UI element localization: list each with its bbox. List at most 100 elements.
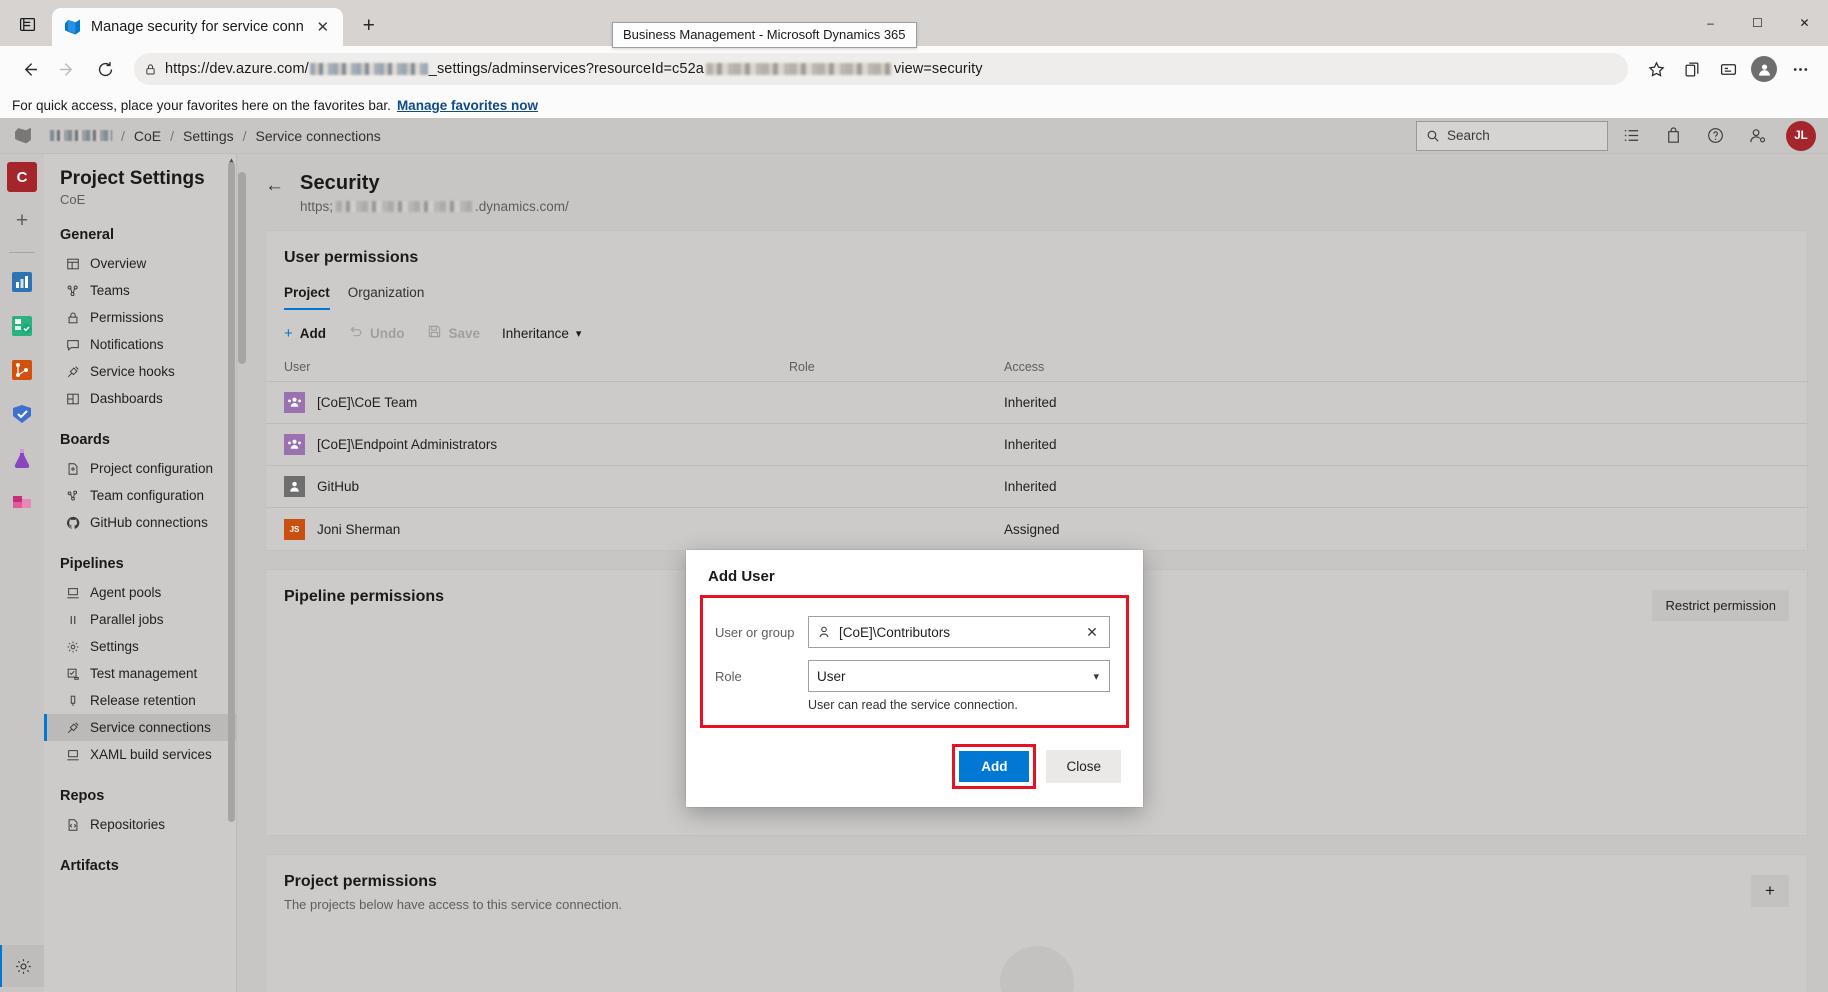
row-user-name: [CoE]\CoE Team bbox=[317, 395, 418, 410]
initials-avatar: JS bbox=[284, 518, 305, 540]
browser-tab-active[interactable]: Manage security for service conn ✕ bbox=[52, 8, 343, 46]
rail-item-pipelines[interactable] bbox=[7, 399, 37, 429]
sidebar-item-service-hooks[interactable]: Service hooks bbox=[44, 358, 236, 385]
forward-button[interactable] bbox=[50, 52, 84, 86]
rail-item-artifacts[interactable] bbox=[7, 487, 37, 517]
marketplace-bag-icon[interactable] bbox=[1654, 119, 1692, 153]
sidebar-item-permissions[interactable]: Permissions bbox=[44, 304, 236, 331]
browser-essentials-icon[interactable] bbox=[1712, 53, 1744, 85]
sidebar-item-pipeline-settings[interactable]: Settings bbox=[44, 633, 236, 660]
row-access-cell: Inherited bbox=[1004, 395, 1057, 410]
nav-group-artifacts: Artifacts bbox=[60, 858, 119, 874]
table-row[interactable]: [CoE]\Endpoint Administrators Inherited bbox=[266, 424, 1807, 466]
rail-add-button[interactable]: + bbox=[7, 206, 37, 236]
table-row[interactable]: GitHub Inherited bbox=[266, 466, 1807, 508]
rail-item-test-plans[interactable] bbox=[7, 443, 37, 473]
inheritance-dropdown[interactable]: Inheritance ▾ bbox=[502, 326, 581, 341]
address-bar[interactable]: https://dev.azure.com/_settings/adminser… bbox=[134, 53, 1628, 85]
favorite-star-icon[interactable] bbox=[1640, 53, 1672, 85]
sidebar-label: Settings bbox=[90, 639, 139, 654]
breadcrumb-item-organization[interactable] bbox=[50, 130, 112, 141]
sidebar-item-xaml-build-services[interactable]: XAML build services bbox=[44, 741, 236, 768]
sidebar-item-project-configuration[interactable]: Project configuration bbox=[44, 455, 236, 482]
row-user-cell: JS Joni Sherman bbox=[284, 518, 789, 540]
manage-favorites-link[interactable]: Manage favorites now bbox=[397, 98, 538, 113]
add-project-permission-button[interactable]: + bbox=[1751, 875, 1789, 907]
minimize-window-button[interactable]: – bbox=[1687, 0, 1734, 46]
main-scrollbar-track[interactable] bbox=[237, 154, 247, 992]
main-scrollbar-thumb[interactable] bbox=[238, 172, 246, 364]
lock-icon bbox=[146, 63, 155, 74]
dialog-close-button[interactable]: Close bbox=[1046, 750, 1121, 783]
browser-menu-icon[interactable] bbox=[1784, 53, 1816, 85]
sidebar-item-overview[interactable]: Overview bbox=[44, 250, 236, 277]
profile-pill[interactable] bbox=[1751, 56, 1777, 82]
gear-icon[interactable] bbox=[0, 945, 44, 987]
user-or-group-input[interactable]: [CoE]\Contributors ✕ bbox=[808, 616, 1110, 648]
global-search-input[interactable]: Search bbox=[1416, 120, 1608, 151]
close-tab-icon[interactable]: ✕ bbox=[313, 17, 333, 37]
rail-project-badge[interactable]: C bbox=[7, 162, 37, 192]
breadcrumb-item-service-connections[interactable]: Service connections bbox=[256, 128, 381, 144]
back-arrow-icon[interactable]: ← bbox=[265, 172, 284, 214]
tasks-icon[interactable] bbox=[1612, 119, 1650, 153]
restrict-permission-button[interactable]: Restrict permission bbox=[1652, 590, 1789, 621]
add-button[interactable]: + Add bbox=[284, 325, 326, 342]
sidebar-item-agent-pools[interactable]: Agent pools bbox=[44, 579, 236, 606]
clear-icon[interactable]: ✕ bbox=[1083, 624, 1101, 641]
row-user-name: GitHub bbox=[317, 479, 360, 494]
project-settings-nav: Project Settings CoE General Overview Te… bbox=[44, 154, 237, 992]
sidebar-item-parallel-jobs[interactable]: Parallel jobs bbox=[44, 606, 236, 633]
maximize-window-button[interactable]: ☐ bbox=[1734, 0, 1781, 46]
window-controls: – ☐ ✕ bbox=[1687, 0, 1828, 46]
new-tab-button[interactable]: + bbox=[353, 10, 385, 42]
dialog-add-button[interactable]: Add bbox=[959, 751, 1030, 782]
sidebar-item-github-connections[interactable]: GitHub connections bbox=[44, 509, 236, 536]
chevron-down-icon: ▾ bbox=[575, 327, 582, 340]
profile-avatar[interactable] bbox=[1748, 53, 1780, 85]
sidebar-label: Notifications bbox=[90, 337, 164, 352]
collections-icon[interactable] bbox=[1676, 53, 1708, 85]
undo-button[interactable]: Undo bbox=[348, 324, 405, 342]
sidebar-item-team-configuration[interactable]: Team configuration bbox=[44, 482, 236, 509]
sidebar-item-repositories[interactable]: Repositories bbox=[44, 811, 236, 838]
project-permissions-card: Project permissions The projects below h… bbox=[265, 854, 1808, 992]
plug-icon bbox=[65, 364, 80, 379]
rail-item-overview[interactable] bbox=[7, 267, 37, 297]
dialog-footer: Add Close bbox=[686, 728, 1143, 807]
ado-logo-icon[interactable] bbox=[8, 126, 38, 145]
expand-rail-icon[interactable]: » bbox=[0, 987, 44, 992]
security-page-title: Security bbox=[300, 172, 380, 194]
role-select[interactable]: User ▾ bbox=[808, 660, 1110, 692]
parallel-icon bbox=[65, 612, 80, 627]
tab-organization[interactable]: Organization bbox=[348, 285, 425, 310]
breadcrumb-item-settings[interactable]: Settings bbox=[183, 128, 234, 144]
user-settings-icon[interactable] bbox=[1738, 119, 1776, 153]
sidebar-label: Service connections bbox=[90, 720, 211, 735]
tab-project[interactable]: Project bbox=[284, 285, 330, 310]
sidebar-item-notifications[interactable]: Notifications bbox=[44, 331, 236, 358]
user-or-group-label: User or group bbox=[715, 624, 795, 640]
help-circle-icon[interactable] bbox=[1696, 119, 1734, 153]
column-header-role: Role bbox=[789, 360, 815, 374]
rail-item-repos[interactable] bbox=[7, 355, 37, 385]
tab-list-button[interactable] bbox=[8, 5, 46, 43]
close-window-button[interactable]: ✕ bbox=[1781, 0, 1828, 46]
sidebar-item-test-management[interactable]: Test management bbox=[44, 660, 236, 687]
back-button[interactable] bbox=[12, 52, 46, 86]
avatar[interactable]: JL bbox=[1786, 120, 1816, 151]
row-user-cell: [CoE]\CoE Team bbox=[284, 392, 789, 413]
table-row[interactable]: [CoE]\CoE Team Inherited bbox=[266, 382, 1807, 424]
nav-scrollbar[interactable] bbox=[228, 162, 235, 822]
teams-icon bbox=[65, 283, 80, 298]
table-row[interactable]: JS Joni Sherman Assigned bbox=[266, 508, 1807, 550]
sidebar-item-dashboards[interactable]: Dashboards bbox=[44, 385, 236, 412]
save-button[interactable]: Save bbox=[427, 324, 480, 342]
breadcrumb-item-project[interactable]: CoE bbox=[134, 128, 161, 144]
sidebar-item-release-retention[interactable]: Release retention bbox=[44, 687, 236, 714]
sidebar-item-teams[interactable]: Teams bbox=[44, 277, 236, 304]
rail-item-boards[interactable] bbox=[7, 311, 37, 341]
sidebar-item-service-connections[interactable]: Service connections bbox=[44, 714, 236, 741]
reload-button[interactable] bbox=[88, 52, 122, 86]
retention-icon bbox=[65, 693, 80, 708]
